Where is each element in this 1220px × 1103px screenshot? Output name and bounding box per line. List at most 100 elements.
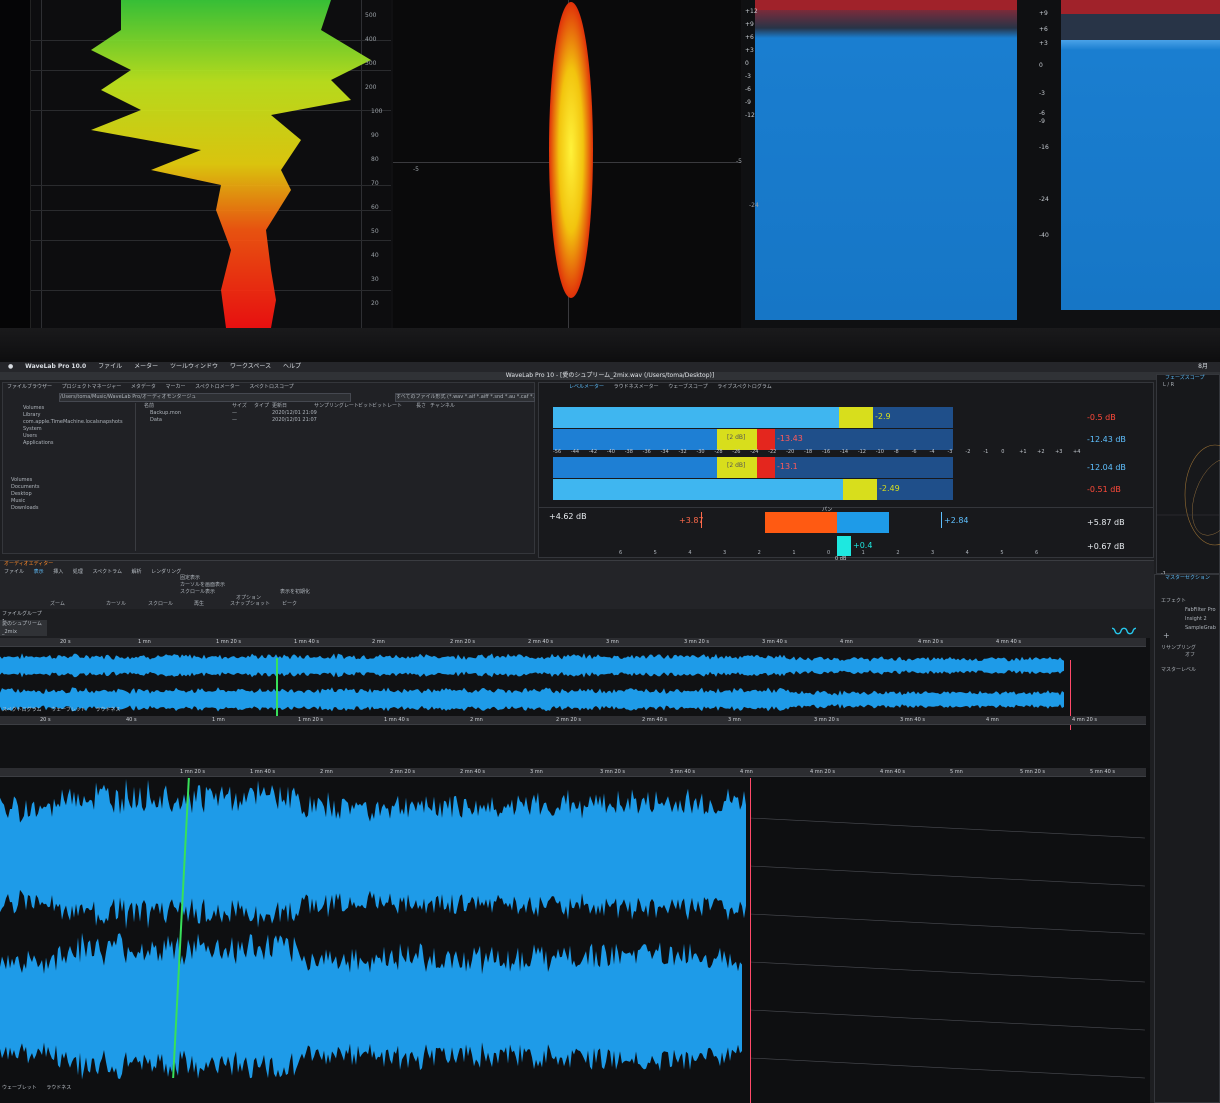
tab-level-meter[interactable]: レベルメーター	[569, 384, 604, 390]
pan-scale-tick: 0	[827, 550, 831, 556]
tree-item[interactable]: System	[23, 426, 133, 433]
tab-loudness-meter[interactable]: ラウドネスメーター	[614, 384, 659, 390]
pan-scale-tick: 3	[931, 550, 935, 556]
meter-scale-tick: +2	[1037, 449, 1045, 455]
places-list: Volumes Documents Desktop Music Download…	[11, 477, 121, 512]
tab-view[interactable]: 表示	[34, 569, 44, 575]
col-modified[interactable]: 更新日	[272, 403, 287, 410]
meter-scale-tick: -20	[786, 449, 795, 455]
file-list: 名前 サイズ タイプ 更新日 サンプリングレート ビット ビットレート 長さ チ…	[135, 403, 534, 551]
pan-scale: 6 5 4 3 2 1 0 1 2 3 4 5 6	[619, 550, 1039, 558]
menu-file[interactable]: ファイル	[98, 362, 122, 372]
path-field[interactable]: /Users/toma/Music/WaveLab Pro/オーディオモンタージ…	[59, 393, 351, 402]
audio-editor-title: オーディオエディター	[4, 561, 54, 567]
meter-scale-tick: +4	[1073, 449, 1081, 455]
tab-wavescope[interactable]: ウェーブスコープ	[668, 384, 707, 390]
table-row[interactable]: Data — 2020/12/01 21:07	[136, 417, 534, 424]
resampling-value[interactable]: オフ	[1155, 652, 1219, 659]
col-sample-rate[interactable]: サンプリングレート	[314, 403, 359, 410]
apple-menu-icon[interactable]: ●	[8, 362, 13, 372]
place-item[interactable]: Music	[11, 498, 121, 505]
place-item[interactable]: Documents	[11, 484, 121, 491]
option-fixed-view[interactable]: 固定表示	[180, 575, 290, 582]
tab-spectrometer[interactable]: スペクトロメーター	[195, 384, 240, 390]
col-length[interactable]: 長さ	[416, 403, 426, 410]
ruler-tick-label: 1 mn 20 s	[180, 769, 205, 775]
tab-analysis[interactable]: 解析	[132, 569, 142, 575]
ruler-tick-label: 2 mn 20 s	[390, 769, 415, 775]
view-tab-wavelet[interactable]: ウェーブレット	[51, 707, 86, 713]
plugin-slot[interactable]: SampleGrab	[1185, 625, 1219, 632]
tab-file[interactable]: ファイル	[4, 569, 24, 575]
tree-item[interactable]: Users	[23, 433, 133, 440]
menu-help[interactable]: ヘルプ	[283, 362, 301, 372]
option-scroll-view[interactable]: スクロール表示	[180, 589, 290, 596]
meter-scale-tick: -40	[606, 449, 615, 455]
place-item[interactable]: Desktop	[11, 491, 121, 498]
ruler-tick-label: 20 s	[40, 717, 51, 723]
tree-item[interactable]: Applications	[23, 440, 133, 447]
menu-clock: 8月	[1198, 363, 1208, 370]
freq-tick-label: 60	[371, 204, 379, 211]
tab-rendering[interactable]: レンダリング	[151, 569, 181, 575]
tab-spectrum[interactable]: スペクトラム	[92, 569, 122, 575]
col-name[interactable]: 名前	[144, 403, 154, 410]
level-tick-label: -16	[1039, 144, 1049, 151]
plugin-slot[interactable]: Insight 2	[1185, 616, 1219, 623]
option-reset-view[interactable]: 表示を初期化	[280, 589, 310, 596]
toolbar-options: 固定表示 カーソルを画面表示 スクロール表示	[180, 575, 290, 596]
menu-tool-window[interactable]: ツールウィンドウ	[170, 362, 218, 372]
pan-scale-tick: 5	[653, 550, 657, 556]
tree-item[interactable]: Library	[23, 412, 133, 419]
app-name-menu[interactable]: WaveLab Pro 10.0	[25, 362, 86, 372]
tree-item[interactable]: Volumes	[23, 405, 133, 412]
menu-bar: ● WaveLab Pro 10.0 ファイル メーター ツールウィンドウ ワー…	[0, 362, 1220, 372]
tab-process[interactable]: 処理	[73, 569, 83, 575]
ruler-tick-label: 2 mn 40 s	[528, 639, 553, 645]
option-cursor-view[interactable]: カーソルを画面表示	[180, 582, 290, 589]
menu-workspace[interactable]: ワークスペース	[230, 362, 271, 372]
ruler-tick-label: 4 mn 20 s	[1072, 717, 1097, 723]
tab-file-browser[interactable]: ファイルブラウザー	[7, 384, 52, 390]
wavelab-window: ● WaveLab Pro 10.0 ファイル メーター ツールウィンドウ ワー…	[0, 362, 1220, 1103]
document-tab[interactable]: 愛のシュプリーム_2mix	[0, 620, 47, 636]
col-bits[interactable]: ビット	[358, 403, 373, 410]
col-size[interactable]: サイズ	[232, 403, 247, 410]
level-tick-label: -24	[1039, 196, 1049, 203]
tab-markers[interactable]: マーカー	[165, 384, 185, 390]
master-level-label: マスターレベル	[1161, 667, 1197, 673]
tab-metadata[interactable]: メタデータ	[131, 384, 156, 390]
tree-item[interactable]: com.apple.TimeMachine.localsnapshots	[23, 419, 133, 426]
meter-peak-value: -2.49	[879, 484, 900, 493]
tab-project-manager[interactable]: プロジェクトマネージャー	[62, 384, 122, 390]
meter-scale-tick: -44	[570, 449, 580, 455]
col-channels[interactable]: チャンネル	[430, 403, 455, 410]
col-type[interactable]: タイプ	[254, 403, 269, 410]
meter-scale-tick: -16	[821, 449, 831, 455]
tab-live-spectrogram[interactable]: ライブスペクトログラム	[717, 384, 772, 390]
file-date: 2020/12/01 21:09	[272, 410, 317, 416]
tab-spectroscope[interactable]: スペクトロスコープ	[249, 384, 293, 390]
folder-tree: Volumes Library com.apple.TimeMachine.lo…	[23, 405, 133, 447]
view-tab-wavelet[interactable]: ウェーブレット	[2, 1085, 37, 1091]
tab-insert[interactable]: 挿入	[53, 569, 63, 575]
ruler-tick-label: 1 mn 40 s	[384, 717, 409, 723]
view-tab-loudness[interactable]: ラウドネス	[46, 1085, 71, 1091]
group-playback: 再生	[194, 601, 205, 607]
menu-meter[interactable]: メーター	[134, 362, 158, 372]
place-item[interactable]: Volumes	[11, 477, 121, 484]
col-bitrate[interactable]: ビットレート	[372, 403, 402, 410]
ruler-tick-label: 4 mn 40 s	[880, 769, 905, 775]
add-plugin-icon[interactable]: +	[1155, 632, 1219, 640]
file-type-filter[interactable]: すべてのファイル形式 (*.wav *.aif *.aiff *.snd *.a…	[395, 393, 535, 402]
ruler-tick-label: 1 mn 20 s	[216, 639, 241, 645]
freq-tick-label: 50	[371, 228, 379, 235]
overview-playhead[interactable]	[276, 658, 278, 720]
plugin-slot[interactable]: FabFilter Pro	[1185, 607, 1219, 614]
place-item[interactable]: Downloads	[11, 505, 121, 512]
view-tab-loudness[interactable]: ラウドネス	[95, 707, 120, 713]
meter-fill-blue	[553, 429, 717, 450]
table-row[interactable]: Backup.mon — 2020/12/01 21:09	[136, 410, 534, 417]
view-tab-spectrogram[interactable]: スペクトログラム	[2, 707, 42, 713]
overview-waveform	[0, 653, 1064, 712]
